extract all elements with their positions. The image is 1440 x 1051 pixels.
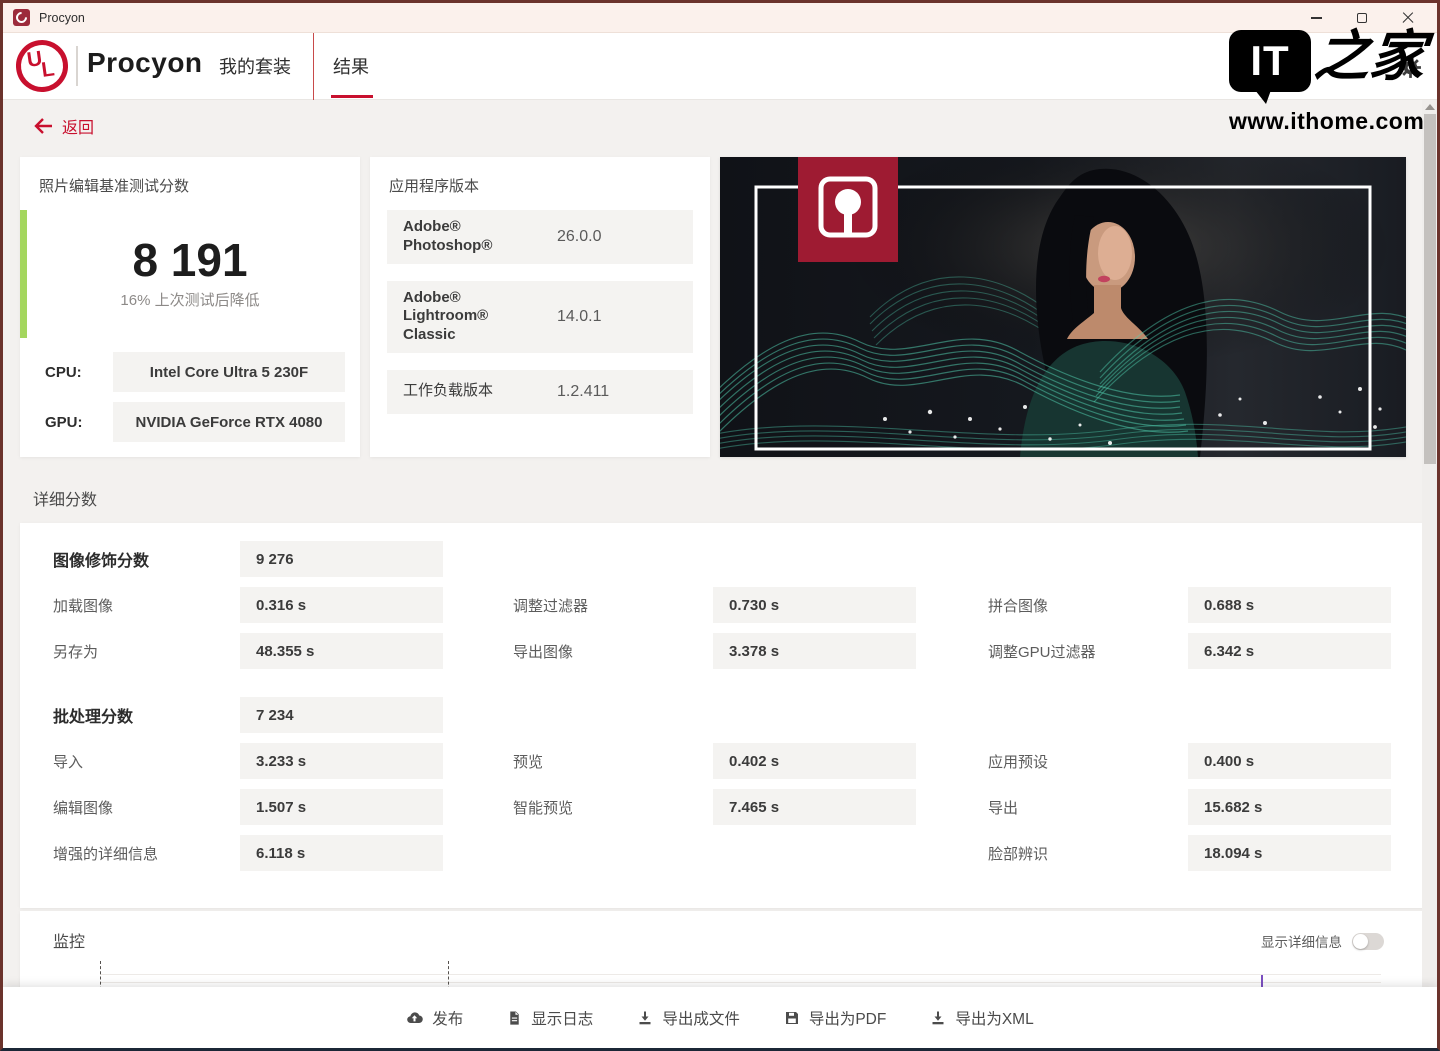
timing-value-box: 0.400 s [1188,743,1391,779]
timing-value-box: 3.378 s [713,633,916,669]
show-details-toggle-row: 显示详细信息 [1261,931,1384,951]
gpu-row: GPU: NVIDIA GeForce RTX 4080 [45,402,345,442]
cpu-label: CPU: [45,364,113,381]
monitoring-card: 监控 显示详细信息 [20,911,1426,990]
tab-divider [313,33,314,100]
toggle-knob [1353,934,1368,949]
detail-row: 编辑图像 1.507 s 智能预览 7.465 s 导出 15.682 s [53,789,1426,825]
show-log-button[interactable]: 显示日志 [507,1007,593,1029]
detail-row: 增强的详细信息 6.118 s 脸部辨识 18.094 s [53,835,1426,871]
monitor-title: 监控 [53,928,85,952]
timing-value-box: 0.688 s [1188,587,1391,623]
benchmark-score-card: 照片编辑基准测试分数 8 191 16% 上次测试后降低 CPU: Intel … [20,157,360,457]
timing-value-box: 3.233 s [240,743,443,779]
gear-icon[interactable] [1398,55,1423,80]
save-icon [784,1010,800,1026]
timing-value-box: 1.507 s [240,789,443,825]
download-icon [930,1010,946,1026]
footer-toolbar: 发布 显示日志 导出成文件 导出为PDF [3,987,1437,1048]
version-row-workload: 工作负载版本 1.2.411 [387,370,693,414]
brand-title: Procyon [87,47,203,79]
tab-results[interactable]: 结果 [333,53,369,79]
timing-value-box: 48.355 s [240,633,443,669]
titlebar: Procyon [3,3,1437,33]
hero-image [720,157,1406,457]
tab-my-suites[interactable]: 我的套装 [219,53,291,79]
versions-card-title: 应用程序版本 [389,175,479,196]
detailed-scores-card: 图像修饰分数 9 276 加载图像 0.316 s 调整过滤器 0.730 s … [20,523,1426,908]
detail-row: 导入 3.233 s 预览 0.402 s 应用预设 0.400 s [53,743,1426,779]
details-section-title: 详细分数 [33,486,97,510]
gpu-label: GPU: [45,414,113,431]
export-pdf-button[interactable]: 导出为PDF [784,1007,887,1029]
close-button[interactable] [1385,3,1431,33]
results-page: 返回 照片编辑基准测试分数 8 191 16% 上次测试后降低 CPU: Int… [3,100,1437,990]
procyon-app-icon [13,9,30,26]
batch-score-group: 批处理分数 7 234 导入 3.233 s 预览 0.402 s 应用预设 0… [20,697,1426,871]
cpu-value: Intel Core Ultra 5 230F [113,352,345,392]
cloud-upload-icon [406,1010,423,1026]
timing-value-box: 0.730 s [713,587,916,623]
version-row-lightroom: Adobe® Lightroom® Classic 14.0.1 [387,281,693,353]
procyon-badge [798,157,898,262]
version-row-photoshop: Adobe® Photoshop® 26.0.0 [387,210,693,264]
score-change-note: 16% 上次测试后降低 [20,289,360,310]
timing-value-box: 0.316 s [240,587,443,623]
score-value-box: 7 234 [240,697,443,733]
detail-row: 图像修饰分数 9 276 [53,541,1426,577]
procyon-window: Procyon U L Procyon 我的套装 结果 [0,0,1440,1051]
back-label: 返回 [62,114,94,138]
chart-marker-line [100,961,101,990]
minimize-button[interactable] [1293,3,1339,33]
scrollbar-thumb[interactable] [1424,114,1436,464]
chart-gridline [100,982,1381,983]
download-icon [637,1010,653,1026]
brand-divider [76,46,78,86]
toggle-label: 显示详细信息 [1261,931,1342,951]
gpu-value: NVIDIA GeForce RTX 4080 [113,402,345,442]
score-card-title: 照片编辑基准测试分数 [39,175,189,196]
window-controls [1293,3,1431,33]
score-value-box: 9 276 [240,541,443,577]
app-header: U L Procyon 我的套装 结果 [3,33,1437,100]
timing-value-box: 15.682 s [1188,789,1391,825]
benchmark-score: 8 191 [20,233,360,287]
hero-graphic [720,157,1406,457]
app-versions-card: 应用程序版本 Adobe® Photoshop® 26.0.0 Adobe® L… [370,157,710,457]
scroll-up-arrow[interactable] [1425,104,1435,110]
timing-value-box: 6.118 s [240,835,443,871]
detail-row: 加载图像 0.316 s 调整过滤器 0.730 s 拼合图像 0.688 s [53,587,1426,623]
export-file-button[interactable]: 导出成文件 [637,1007,740,1029]
ul-logo: U L [13,37,72,96]
timing-value-box: 7.465 s [713,789,916,825]
back-arrow-icon [33,117,53,135]
timing-value-box: 18.094 s [1188,835,1391,871]
retouch-score-group: 图像修饰分数 9 276 加载图像 0.316 s 调整过滤器 0.730 s … [20,541,1426,669]
chart-marker-line [448,961,449,990]
timing-value-box: 0.402 s [713,743,916,779]
window-title: Procyon [39,11,85,25]
detail-row: 另存为 48.355 s 导出图像 3.378 s 调整GPU过滤器 6.342… [53,633,1426,669]
chart-gridline [100,974,1381,975]
versions-list: Adobe® Photoshop® 26.0.0 Adobe® Lightroo… [387,210,693,431]
export-xml-button[interactable]: 导出为XML [930,1007,1033,1029]
document-icon [507,1010,522,1026]
maximize-button[interactable] [1339,3,1385,33]
vertical-scrollbar[interactable] [1422,100,1437,993]
active-tab-underline [331,95,373,98]
detail-row: 批处理分数 7 234 [53,697,1426,733]
cpu-row: CPU: Intel Core Ultra 5 230F [45,352,345,392]
timing-value-box: 6.342 s [1188,633,1391,669]
back-button[interactable]: 返回 [33,114,94,138]
show-details-toggle[interactable] [1352,933,1384,950]
publish-button[interactable]: 发布 [406,1007,463,1029]
